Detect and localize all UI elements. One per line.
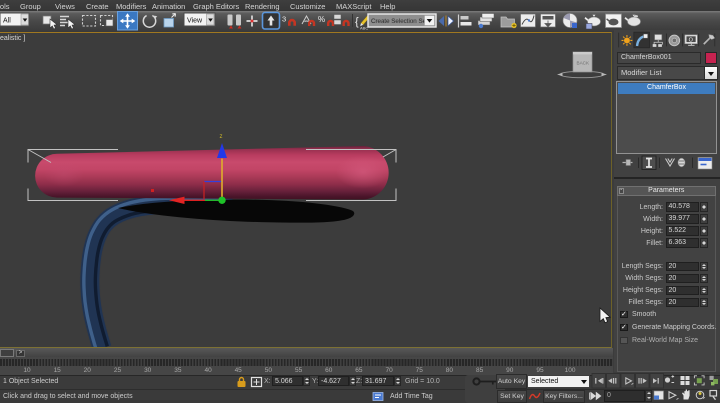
svg-text:BACK: BACK [577,61,590,66]
svg-text:z: z [220,134,223,140]
svg-text:%: % [318,15,325,24]
svg-text:O: O [689,37,694,43]
svg-text:View: View [187,18,203,25]
svg-text:ABC: ABC [360,26,368,31]
svg-text:{: { [355,16,359,28]
svg-text:3: 3 [282,15,286,24]
svg-text:Create Selection Se: Create Selection Se [371,18,427,25]
svg-text:All: All [3,18,11,25]
